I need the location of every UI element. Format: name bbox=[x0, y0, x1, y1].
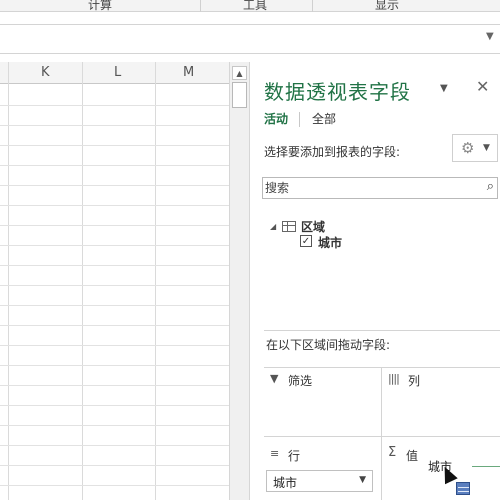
search-icon[interactable]: ⌕ bbox=[487, 179, 494, 194]
search-input[interactable] bbox=[265, 179, 465, 197]
pivot-field-pane: 数据透视表字段 ▼ ✕ 活动 全部 选择要添加到报表的字段: ⚙▼ ⌕ ◢ 区域… bbox=[250, 62, 500, 500]
gear-icon[interactable]: ⚙ ▼ bbox=[452, 134, 498, 162]
sigma-icon: Σ bbox=[388, 445, 397, 460]
pane-divider bbox=[264, 330, 500, 331]
grid-line bbox=[0, 205, 229, 206]
ribbon-group-show: 显示 bbox=[375, 0, 400, 12]
grid-line bbox=[0, 145, 229, 146]
tree-collapse-icon[interactable]: ◢ bbox=[270, 222, 276, 231]
grid-line bbox=[0, 465, 229, 466]
choose-fields-label: 选择要添加到报表的字段: bbox=[264, 145, 401, 159]
column-header-m[interactable]: M bbox=[183, 65, 194, 80]
spreadsheet-grid[interactable]: K L M bbox=[0, 62, 229, 500]
drag-fields-label: 在以下区域间拖动字段: bbox=[266, 338, 391, 352]
field-list: ◢ 区域 ✓ 城市 bbox=[262, 210, 444, 326]
grid-line bbox=[0, 305, 229, 306]
grid-line bbox=[0, 405, 229, 406]
filter-icon: ▼ bbox=[270, 372, 279, 385]
pane-options-icon[interactable]: ▼ bbox=[440, 83, 448, 94]
field-checkbox-city[interactable]: ✓ bbox=[300, 235, 312, 247]
grid-line bbox=[82, 62, 83, 500]
tab-active[interactable]: 活动 bbox=[264, 110, 288, 127]
grid-line bbox=[0, 425, 229, 426]
rows-field-dropdown[interactable]: 城市 ▼ bbox=[266, 470, 373, 492]
grid-line bbox=[0, 345, 229, 346]
columns-icon: |||| bbox=[388, 372, 400, 385]
column-header: K L M bbox=[0, 62, 229, 84]
grid-line bbox=[0, 285, 229, 286]
close-icon[interactable]: ✕ bbox=[476, 77, 489, 96]
rows-icon: ≡ bbox=[270, 447, 280, 460]
grid-line bbox=[0, 225, 229, 226]
grid-line bbox=[0, 445, 229, 446]
chevron-down-icon[interactable]: ▼ bbox=[486, 31, 496, 43]
scroll-thumb[interactable] bbox=[232, 82, 247, 108]
formula-bar[interactable]: ▼ bbox=[0, 24, 500, 54]
tree-table-label: 区域 bbox=[301, 220, 326, 234]
grid-line bbox=[0, 325, 229, 326]
grid-line bbox=[0, 105, 229, 106]
grid-line bbox=[8, 62, 9, 500]
ribbon-separator bbox=[200, 0, 201, 12]
area-filters-label: 筛选 bbox=[288, 374, 313, 388]
grid-line bbox=[0, 165, 229, 166]
chevron-down-icon[interactable]: ▼ bbox=[359, 475, 366, 485]
grid-line bbox=[0, 125, 229, 126]
area-divider bbox=[264, 436, 500, 437]
area-divider bbox=[264, 367, 500, 368]
drop-indicator bbox=[472, 466, 500, 467]
column-header-k[interactable]: K bbox=[41, 65, 50, 80]
ribbon-group-calculate: 计算 bbox=[88, 0, 113, 12]
vertical-scrollbar[interactable]: ▲ bbox=[229, 62, 250, 500]
field-label-city[interactable]: 城市 bbox=[318, 234, 342, 251]
area-columns-label: 列 bbox=[408, 374, 421, 388]
grid-line bbox=[0, 385, 229, 386]
pane-title: 数据透视表字段 bbox=[264, 80, 411, 104]
table-icon bbox=[282, 221, 296, 232]
area-divider bbox=[381, 367, 382, 500]
grid-line bbox=[0, 245, 229, 246]
ribbon-separator bbox=[312, 0, 313, 12]
grid-line bbox=[0, 265, 229, 266]
area-values-label: 值 bbox=[406, 449, 419, 463]
grid-line bbox=[0, 485, 229, 486]
drop-field-icon bbox=[456, 482, 470, 495]
search-box[interactable]: ⌕ bbox=[262, 177, 498, 199]
grid-line bbox=[0, 185, 229, 186]
rows-field-value: 城市 bbox=[273, 476, 298, 490]
scroll-up-icon[interactable]: ▲ bbox=[232, 66, 247, 80]
tab-separator bbox=[299, 112, 300, 127]
grid-line bbox=[0, 365, 229, 366]
grid-line bbox=[155, 62, 156, 500]
chevron-down-icon: ▼ bbox=[483, 143, 490, 153]
tab-all[interactable]: 全部 bbox=[312, 110, 336, 127]
area-rows-label: 行 bbox=[288, 449, 301, 463]
column-header-l[interactable]: L bbox=[114, 65, 121, 80]
ribbon-group-tools: 工具 bbox=[243, 0, 268, 12]
ribbon-group-labels: 计算 工具 显示 bbox=[0, 0, 500, 12]
